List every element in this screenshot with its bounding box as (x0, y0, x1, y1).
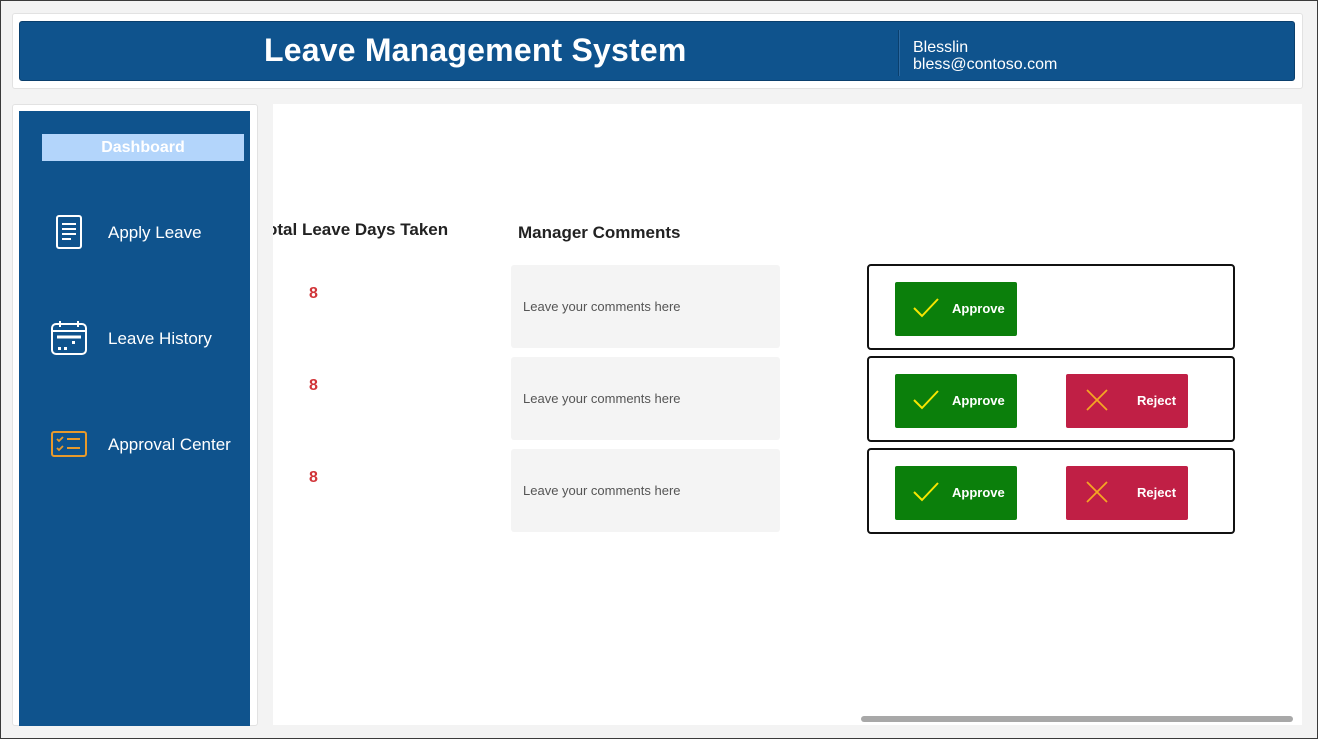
reject-button[interactable]: Reject (1066, 466, 1188, 520)
checklist-icon (51, 431, 87, 457)
sidebar-item-approval-center[interactable]: Approval Center (19, 418, 250, 468)
document-icon (56, 215, 82, 249)
comment-input[interactable] (511, 265, 780, 348)
action-box: Approve Reject (867, 448, 1235, 534)
action-box: Approve Reject (867, 356, 1235, 442)
action-box: Approve (867, 264, 1235, 350)
sidebar-item-label: Apply Leave (108, 223, 202, 242)
approve-label: Approve (952, 393, 1005, 408)
leave-days-value: 8 (309, 285, 318, 302)
approve-button[interactable]: Approve (895, 466, 1017, 520)
user-name: Blesslin (913, 39, 969, 56)
close-icon (1086, 389, 1108, 411)
check-icon (913, 482, 939, 502)
leave-days-value: 8 (309, 377, 318, 394)
sidebar: Dashboard Apply Leave Leave History Appr… (19, 111, 250, 726)
approve-button[interactable]: Approve (895, 282, 1017, 336)
approve-button[interactable]: Approve (895, 374, 1017, 428)
reject-label: Reject (1137, 485, 1177, 500)
comment-input[interactable] (511, 449, 780, 532)
leave-days-value: 8 (309, 469, 318, 486)
comment-input[interactable] (511, 357, 780, 440)
main-panel: otal Leave Days Taken Manager Comments 8… (273, 104, 1302, 725)
calendar-icon (51, 321, 87, 355)
sidebar-item-apply-leave[interactable]: Apply Leave (19, 206, 250, 256)
dashboard-button[interactable]: Dashboard (42, 134, 244, 161)
reject-button[interactable]: Reject (1066, 374, 1188, 428)
header-divider (898, 30, 899, 76)
reject-label: Reject (1137, 393, 1177, 408)
approve-label: Approve (952, 485, 1005, 500)
check-icon (913, 390, 939, 410)
total-leave-days-header: otal Leave Days Taken (273, 220, 449, 239)
sidebar-item-leave-history[interactable]: Leave History (19, 312, 250, 362)
horizontal-scrollbar[interactable] (861, 716, 1293, 722)
app-title: Leave Management System (264, 32, 687, 68)
user-email: bless@contoso.com (913, 56, 1058, 73)
sidebar-item-label: Approval Center (108, 435, 231, 454)
close-icon (1086, 481, 1108, 503)
header-bar: Leave Management System Blesslin bless@c… (19, 21, 1295, 81)
check-icon (913, 298, 939, 318)
manager-comments-header: Manager Comments (518, 223, 681, 242)
sidebar-item-label: Leave History (108, 329, 212, 348)
approve-label: Approve (952, 301, 1005, 316)
